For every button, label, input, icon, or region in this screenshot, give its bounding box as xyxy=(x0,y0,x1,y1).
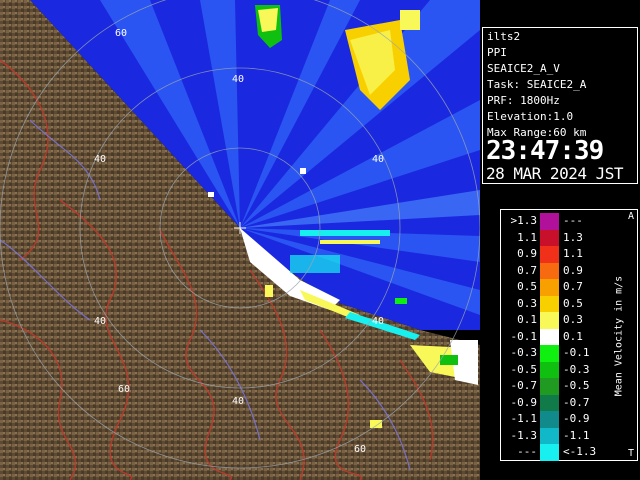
legend-color-swatch xyxy=(540,345,559,362)
legend-row-min: >1.3 xyxy=(510,214,538,227)
legend-row-max: 1.3 xyxy=(563,230,583,244)
scan-name: SEAICE2_A_V xyxy=(487,62,560,75)
legend-row-max: -0.5 xyxy=(563,379,590,392)
legend-row-max: --- xyxy=(563,214,583,227)
legend-row-min: 0.1 xyxy=(517,313,537,326)
legend-color-swatch xyxy=(540,246,559,263)
legend-color-swatch xyxy=(540,427,559,445)
legend-row-min: 0.7 xyxy=(517,263,537,277)
range-label: 60 xyxy=(115,28,127,39)
legend-row-min: 0.9 xyxy=(517,247,537,260)
velocity-legend: >1.3 --- 1.1 1.3 0.9 1.1 0.7 0.9 0.5 0.7 0.3 0.5 0.1… xyxy=(500,209,638,461)
legend-color-swatch xyxy=(540,312,559,329)
legend-color-swatch xyxy=(540,394,559,412)
info-panel: ilts2 PPI SEAICE2_A_V Task: SEAICE2_A PR… xyxy=(480,0,640,480)
range-label: 40 xyxy=(232,396,244,407)
legend-color-swatch xyxy=(540,411,559,428)
range-label: 60 xyxy=(118,384,130,395)
legend-title-text: Mean Velocity in m/s xyxy=(613,275,625,397)
legend-title: Mean Velocity in m/s xyxy=(604,210,634,462)
legend-row-max: 0.7 xyxy=(563,280,583,293)
legend-row-max: <-1.3 xyxy=(563,445,597,458)
legend-color-swatch xyxy=(540,295,559,313)
legend-row-min: -1.1 xyxy=(510,412,538,425)
legend-top-mark: A xyxy=(627,211,634,222)
legend-row-max: -0.7 xyxy=(563,395,590,409)
radar-ppi-display[interactable]: 60 40 40 40 60 40 40 60 40 xyxy=(0,0,480,480)
legend-row-min: -0.9 xyxy=(510,395,538,409)
legend-row-min: 1.1 xyxy=(517,230,537,244)
legend-row-max: 0.3 xyxy=(563,313,583,326)
legend-row-min: -1.3 xyxy=(510,428,538,442)
range-label: 40 xyxy=(94,154,106,165)
legend-row-max: -0.3 xyxy=(563,362,590,376)
legend-row-max: 0.1 xyxy=(563,329,583,343)
legend-row-min: --- xyxy=(517,445,537,458)
scan-info-box: ilts2 PPI SEAICE2_A_V Task: SEAICE2_A PR… xyxy=(482,27,638,184)
range-label: 60 xyxy=(354,444,366,455)
task-name: Task: SEAICE2_A xyxy=(487,78,587,91)
legend-row-max: -1.1 xyxy=(563,428,590,442)
legend-row-max: -0.1 xyxy=(563,346,590,359)
legend-row-min: -0.1 xyxy=(510,329,538,343)
legend-color-swatch xyxy=(540,378,559,395)
scan-date: 28 MAR 2024 JST xyxy=(486,164,624,183)
legend-color-swatch xyxy=(540,328,559,346)
range-label: 40 xyxy=(372,154,384,165)
legend-row-min: -0.7 xyxy=(510,379,538,392)
radar-ppi-image: 60 40 40 40 60 40 40 60 40 xyxy=(0,0,480,480)
legend-row-max: 0.5 xyxy=(563,296,583,310)
range-label: 40 xyxy=(232,74,244,85)
scan-mode: PPI xyxy=(487,46,507,59)
prf-value: PRF: 1800Hz xyxy=(487,94,560,107)
range-label: 40 xyxy=(94,316,106,327)
legend-row-max: -0.9 xyxy=(563,412,590,425)
range-label: 40 xyxy=(372,316,384,327)
legend-bottom-mark: T xyxy=(627,448,634,459)
legend-color-swatch xyxy=(540,444,559,461)
legend-color-swatch xyxy=(540,213,559,230)
legend-color-swatch xyxy=(540,262,559,280)
legend-row-max: 1.1 xyxy=(563,247,583,260)
legend-color-swatch xyxy=(540,361,559,379)
legend-color-swatch xyxy=(540,229,559,247)
legend-color-swatch xyxy=(540,279,559,296)
site-name: ilts2 xyxy=(487,30,521,43)
legend-row-max: 0.9 xyxy=(563,263,583,277)
elevation-value: Elevation:1.0 xyxy=(487,110,574,123)
legend-row-min: -0.3 xyxy=(510,346,538,359)
legend-row-min: 0.5 xyxy=(517,280,537,293)
legend-row-min: 0.3 xyxy=(517,296,537,310)
scan-time: 23:47:39 xyxy=(486,136,604,166)
legend-row-min: -0.5 xyxy=(510,362,538,376)
